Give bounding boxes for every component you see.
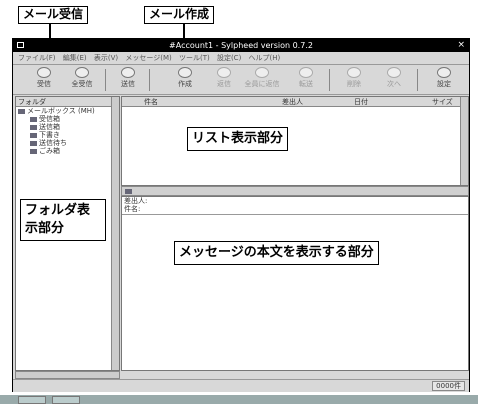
trash-icon (30, 148, 37, 154)
subject-header: 件名: (124, 205, 141, 213)
folder-horizontal-scrollbar[interactable] (15, 371, 120, 379)
menu-view[interactable]: 表示(V) (94, 52, 118, 65)
message-list-pane: 件名 差出人 日付 サイズ (121, 96, 469, 186)
menu-file[interactable]: ファイル(F) (18, 52, 56, 65)
toolbar-separator (417, 69, 418, 91)
header-divider (122, 214, 468, 215)
send-button[interactable]: 送信 (111, 67, 145, 93)
pane-divider[interactable] (121, 186, 469, 196)
close-icon[interactable]: × (457, 39, 465, 52)
list-area-label: リスト表示部分 (187, 127, 289, 151)
folder-area-label: フォルダ表示部分 (20, 199, 106, 241)
delete-button[interactable]: 削除 (337, 67, 371, 93)
status-count: 0000件 (432, 381, 465, 391)
message-view-pane: 差出人: 件名: (121, 196, 469, 371)
toolbar: 受信 全受信 送信 作成 返信 全員に返信 転送 削除 次へ 設定 (13, 65, 469, 95)
toolbar-separator (329, 69, 330, 91)
reply-all-icon (255, 67, 269, 78)
toolbar-separator (105, 69, 106, 91)
receive-all-button[interactable]: 全受信 (65, 67, 99, 93)
delete-icon (347, 67, 361, 78)
forward-icon (299, 67, 313, 78)
menu-edit[interactable]: 編集(E) (63, 52, 87, 65)
drafts-folder-icon (30, 132, 37, 138)
list-scrollbar[interactable] (460, 97, 468, 185)
folder-item-inbox[interactable]: 受信箱 (16, 115, 119, 123)
menu-help[interactable]: ヘルプ(H) (249, 52, 281, 65)
forward-button[interactable]: 転送 (289, 67, 323, 93)
receive-button[interactable]: 受信 (27, 67, 61, 93)
message-area-label: メッセージの本文を表示する部分 (174, 241, 379, 265)
folder-item-queue[interactable]: 送信待ち (16, 139, 119, 147)
settings-icon (437, 67, 451, 78)
folder-item-sent[interactable]: 送信箱 (16, 123, 119, 131)
reply-button[interactable]: 返信 (207, 67, 241, 93)
compose-icon (178, 67, 192, 78)
taskbar-button[interactable] (18, 396, 46, 404)
folder-item-drafts[interactable]: 下書き (16, 131, 119, 139)
column-subject[interactable]: 件名 (144, 97, 158, 107)
inbox-icon (30, 116, 37, 122)
menu-bar: ファイル(F) 編集(E) 表示(V) メッセージ(M) ツール(T) 設定(C… (13, 52, 469, 65)
reply-all-button[interactable]: 全員に返信 (241, 67, 283, 93)
folder-item-trash[interactable]: ごみ箱 (16, 147, 119, 155)
envelope-icon (125, 189, 132, 194)
menu-config[interactable]: 設定(C) (217, 52, 241, 65)
sent-folder-icon (30, 124, 37, 130)
toolbar-separator (149, 69, 150, 91)
folder-pane-header[interactable]: フォルダ (16, 97, 119, 107)
status-bar: 0000件 (13, 379, 469, 392)
taskbar-button[interactable] (52, 396, 80, 404)
folder-item-mailbox[interactable]: メールボックス (MH) (16, 107, 119, 115)
receive-icon (37, 67, 51, 78)
reply-icon (217, 67, 231, 78)
message-list-header: 件名 差出人 日付 サイズ (122, 97, 468, 107)
menu-message[interactable]: メッセージ(M) (125, 52, 171, 65)
column-size[interactable]: サイズ (432, 97, 453, 107)
column-from[interactable]: 差出人 (282, 97, 303, 107)
queue-folder-icon (30, 140, 37, 146)
settings-button[interactable]: 設定 (427, 67, 461, 93)
receive-callout: メール受信 (18, 6, 89, 24)
receive-all-icon (75, 67, 89, 78)
window-title: #Account1 - Sylpheed version 0.7.2 (169, 41, 313, 50)
send-icon (121, 67, 135, 78)
menu-tools[interactable]: ツール(T) (179, 52, 210, 65)
screenshot-stage: メール受信 メール作成 #Account1 - Sylpheed version… (0, 0, 478, 404)
folder-scrollbar[interactable] (111, 97, 119, 370)
next-icon (387, 67, 401, 78)
from-header: 差出人: (124, 197, 148, 205)
next-button[interactable]: 次へ (377, 67, 411, 93)
compose-callout: メール作成 (144, 6, 215, 24)
column-date[interactable]: 日付 (354, 97, 368, 107)
taskbar (0, 395, 478, 404)
title-bar[interactable]: #Account1 - Sylpheed version 0.7.2 × (13, 39, 469, 52)
compose-button[interactable]: 作成 (168, 67, 202, 93)
mailbox-icon (18, 108, 25, 114)
